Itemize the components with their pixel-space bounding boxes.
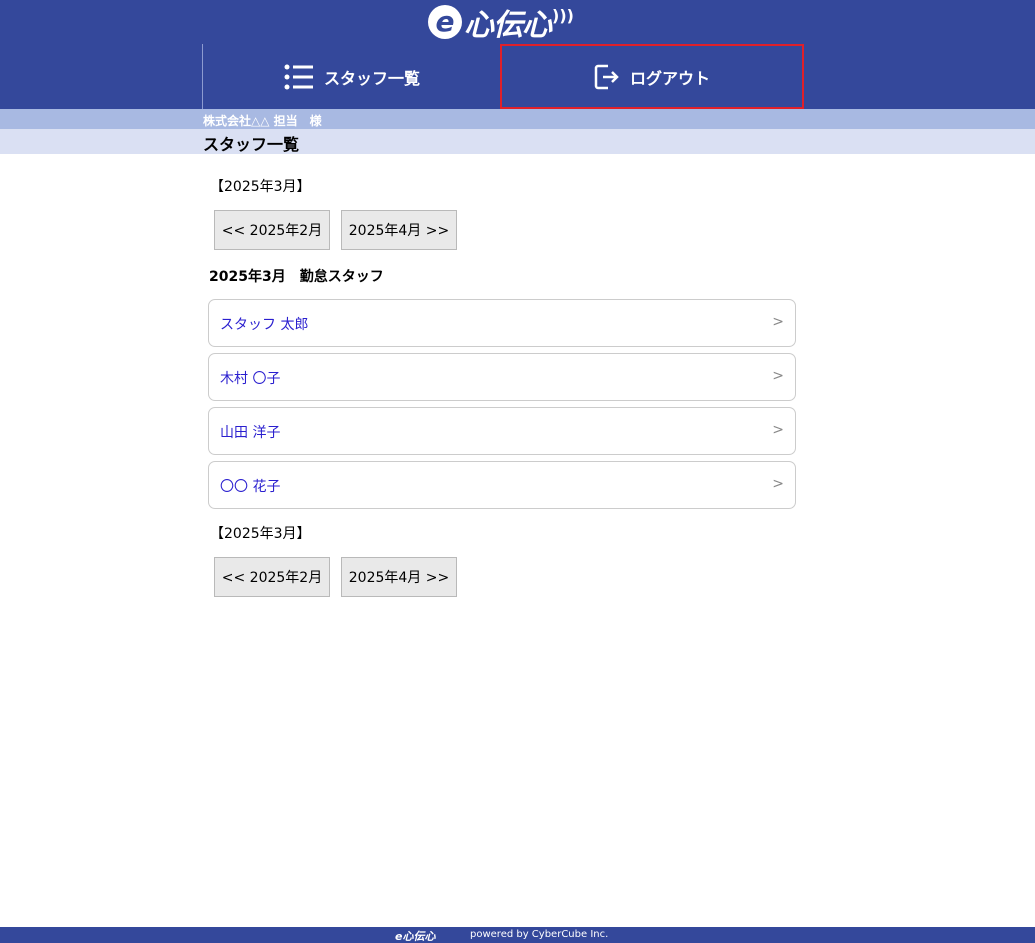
chevron-right-icon: > xyxy=(772,368,784,384)
nav-staff-list-label: スタッフ一覧 xyxy=(323,68,420,88)
staff-list-item[interactable]: 山田 洋子 > xyxy=(208,407,796,455)
prev-month-button-bottom[interactable]: << 2025年2月 xyxy=(214,557,330,597)
chevron-right-icon: > xyxy=(772,314,784,330)
footer: e心伝心 powered by CyberCube Inc. xyxy=(0,927,1035,943)
footer-logo-text: 心伝心 xyxy=(402,930,436,943)
next-month-button-top[interactable]: 2025年4月 >> xyxy=(341,210,457,250)
footer-logo: e心伝心 xyxy=(395,930,436,943)
staff-list: スタッフ 太郎 > 木村 〇子 > 山田 洋子 > 〇〇 花子 > xyxy=(208,299,796,515)
next-month-button-bottom[interactable]: 2025年4月 >> xyxy=(341,557,457,597)
staff-name: 木村 〇子 xyxy=(220,371,281,387)
prev-month-button-top[interactable]: << 2025年2月 xyxy=(214,210,330,250)
company-name: 株式会社△△ 担当 様 xyxy=(203,114,322,128)
header: e 心伝心 ))) スタッフ一覧 ログアウト xyxy=(0,0,1035,109)
staff-name: 山田 洋子 xyxy=(220,425,281,441)
footer-powered-by: powered by CyberCube Inc. xyxy=(470,929,609,940)
logo-text: 心伝心 xyxy=(464,8,552,43)
nav-logout-button[interactable]: ログアウト xyxy=(500,44,804,109)
logo-e-icon: e xyxy=(428,5,462,39)
section-heading: 2025年3月 勤怠スタッフ xyxy=(209,269,384,285)
logout-icon xyxy=(594,64,619,89)
list-icon xyxy=(284,64,313,89)
month-label-top: 【2025年3月】 xyxy=(210,179,311,195)
app-logo: e 心伝心 ))) xyxy=(428,2,578,43)
chevron-right-icon: > xyxy=(772,476,784,492)
chevron-right-icon: > xyxy=(772,422,784,438)
staff-list-item[interactable]: 木村 〇子 > xyxy=(208,353,796,401)
nav-logout-label: ログアウト xyxy=(629,68,710,88)
staff-name: 〇〇 花子 xyxy=(220,479,281,495)
title-bar: スタッフ一覧 xyxy=(0,129,1035,154)
page-title: スタッフ一覧 xyxy=(203,135,300,154)
signal-waves-icon: ))) xyxy=(552,5,574,25)
month-label-bottom: 【2025年3月】 xyxy=(210,526,311,542)
staff-list-item[interactable]: スタッフ 太郎 > xyxy=(208,299,796,347)
staff-name: スタッフ 太郎 xyxy=(220,317,309,333)
staff-list-item[interactable]: 〇〇 花子 > xyxy=(208,461,796,509)
nav-staff-list-button[interactable]: スタッフ一覧 xyxy=(203,44,501,109)
company-bar: 株式会社△△ 担当 様 xyxy=(0,109,1035,129)
